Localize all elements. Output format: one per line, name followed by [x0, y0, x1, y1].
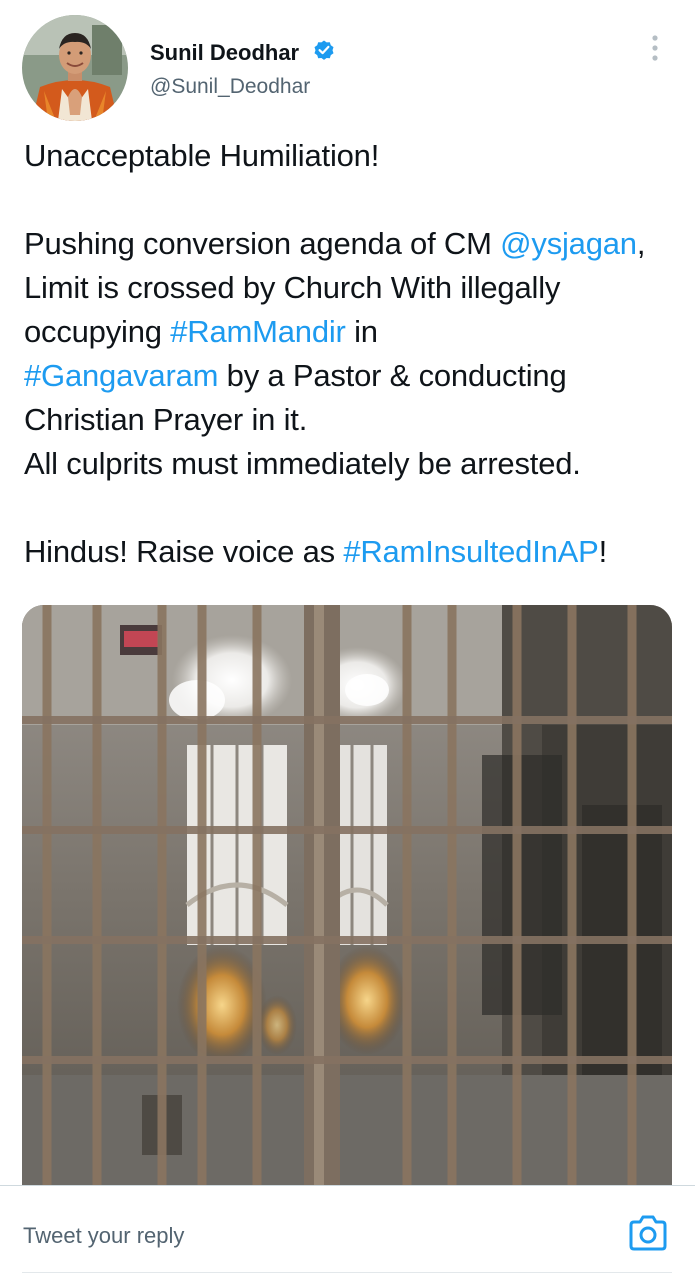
author-avatar[interactable]	[22, 15, 128, 121]
reply-divider	[22, 1272, 672, 1273]
mention-link[interactable]: @ysjagan	[500, 226, 637, 261]
reply-input[interactable]	[0, 1206, 600, 1266]
hashtag-link-gangavaram[interactable]: #Gangavaram	[24, 358, 218, 393]
tweet-media-image[interactable]	[22, 605, 672, 1185]
tweet-line-1: Unacceptable Humiliation!	[24, 138, 380, 173]
camera-icon[interactable]	[627, 1213, 669, 1253]
verified-badge-icon	[314, 40, 334, 60]
hashtag-link-rammandir[interactable]: #RamMandir	[170, 314, 346, 349]
hashtag-link-raminsultedinap[interactable]: #RamInsultedInAP	[343, 534, 598, 569]
tweet-text-segment: Hindus! Raise voice as	[24, 534, 344, 569]
tweet-text-segment: !	[598, 534, 608, 569]
more-options-icon[interactable]	[640, 30, 670, 66]
tweet-line-3: All culprits must immediately be arreste…	[24, 446, 581, 481]
reply-bar	[0, 1185, 695, 1280]
avatar-photo	[22, 15, 128, 121]
tweet-text-segment: in	[345, 314, 378, 349]
tweet-text-segment: Pushing conversion agenda of CM	[24, 226, 501, 261]
tweet-paragraph-2: Pushing conversion agenda of CM @ysjagan…	[24, 222, 674, 442]
temple-gate-photo	[22, 605, 672, 1185]
tweet-text: Unacceptable Humiliation! Pushing conver…	[24, 134, 674, 574]
tweet-paragraph-4: Hindus! Raise voice as #RamInsultedInAP!	[24, 530, 674, 574]
author-display-name[interactable]: Sunil Deodhar	[150, 40, 299, 66]
author-handle[interactable]: @Sunil_Deodhar	[150, 75, 310, 99]
tweet-detail-screen: Sunil Deodhar @Sunil_Deodhar Unacceptabl…	[0, 0, 695, 1280]
